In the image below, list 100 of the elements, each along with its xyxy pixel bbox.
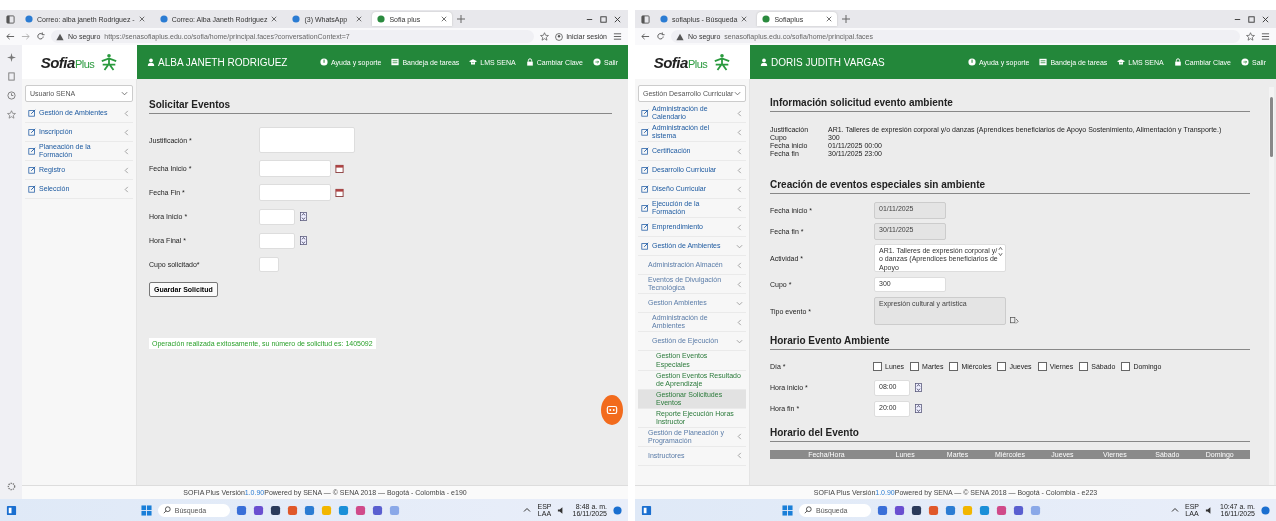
search-icon — [804, 506, 812, 514]
spinner-icon[interactable] — [914, 404, 923, 413]
checkbox[interactable] — [949, 362, 959, 371]
close-icon[interactable] — [441, 16, 448, 22]
edit-icon — [28, 185, 36, 194]
number-field[interactable] — [259, 257, 279, 272]
date-field[interactable] — [259, 184, 331, 201]
star-icon[interactable] — [6, 110, 16, 119]
edit-icon — [641, 128, 649, 137]
star-icon[interactable] — [540, 32, 550, 41]
tab-list-icon[interactable] — [6, 14, 15, 24]
calendar-icon[interactable] — [335, 188, 344, 197]
caret-up-icon[interactable] — [1170, 506, 1179, 514]
notification-icon[interactable] — [613, 505, 622, 515]
favicon-icon — [377, 15, 386, 23]
close-icon[interactable] — [138, 16, 145, 22]
close-icon[interactable] — [741, 16, 748, 22]
new-tab-icon[interactable] — [457, 15, 466, 23]
time-field[interactable] — [259, 232, 295, 249]
caret-icon — [121, 90, 128, 97]
edit-icon — [641, 242, 649, 251]
menu-icon[interactable] — [1261, 32, 1270, 41]
close-icon[interactable] — [613, 14, 622, 24]
app-icon[interactable] — [252, 504, 264, 516]
chevron-left-icon — [736, 280, 743, 288]
chevron-left-icon — [123, 185, 130, 193]
start-icon[interactable] — [140, 504, 152, 516]
favicon-icon — [292, 15, 301, 23]
chevron-left-icon — [736, 166, 743, 174]
lock-icon — [525, 58, 534, 66]
checkbox[interactable] — [997, 362, 1007, 371]
close-icon[interactable] — [356, 16, 363, 22]
back-arrow-icon[interactable] — [6, 32, 15, 41]
chevron-down-icon — [736, 299, 743, 307]
chatbot-button[interactable] — [601, 395, 623, 425]
app-icon[interactable] — [1013, 504, 1024, 516]
history-icon[interactable] — [6, 91, 16, 100]
app-icon[interactable] — [894, 504, 905, 516]
chevron-left-icon — [736, 128, 743, 136]
scroll-arrows-icon[interactable] — [998, 246, 1003, 257]
app-icon[interactable] — [911, 504, 922, 516]
time-field[interactable] — [259, 208, 295, 225]
maximize-icon[interactable] — [599, 14, 608, 24]
search-icon — [162, 506, 171, 514]
section-heading: Solicitar Eventos — [149, 99, 612, 114]
chevron-left-icon — [736, 109, 743, 117]
favicon-icon — [762, 15, 771, 23]
star-icon[interactable] — [1246, 32, 1255, 41]
close-icon[interactable] — [826, 16, 833, 22]
user-name: ALBA JANETH RODRIGUEZ — [147, 56, 288, 68]
section-heading: Información solicitud evento ambiente — [770, 97, 1250, 112]
help-icon — [968, 58, 976, 66]
notification-icon[interactable] — [1261, 505, 1270, 515]
chevron-left-icon — [123, 109, 130, 117]
close-icon[interactable] — [1261, 14, 1270, 24]
back-arrow-icon[interactable] — [641, 32, 650, 41]
graduation-cap-icon — [469, 58, 478, 66]
exit-icon — [593, 58, 601, 66]
checkbox[interactable] — [873, 362, 882, 371]
new-tab-icon[interactable] — [842, 15, 851, 23]
close-icon[interactable] — [271, 16, 278, 22]
widgets-icon[interactable] — [6, 504, 17, 516]
sparkle-icon[interactable] — [6, 53, 16, 62]
spinner-icon[interactable] — [914, 383, 923, 392]
tray-icon — [391, 58, 400, 66]
checkbox[interactable] — [910, 362, 920, 371]
app-icon[interactable] — [269, 504, 281, 516]
sena-logo-icon — [713, 53, 732, 71]
widgets-icon[interactable] — [641, 504, 652, 516]
spinner-icon[interactable] — [299, 236, 308, 245]
calendar-icon[interactable] — [335, 164, 344, 173]
gear-icon[interactable] — [6, 482, 16, 491]
checkbox[interactable] — [1079, 362, 1089, 371]
menu-icon[interactable] — [613, 32, 622, 41]
start-icon[interactable] — [782, 504, 793, 516]
checkbox[interactable] — [1037, 362, 1047, 371]
help-icon — [320, 58, 328, 66]
edit-icon — [641, 223, 649, 232]
chevron-left-icon — [736, 452, 743, 460]
section-heading: Horario del Evento — [770, 427, 1250, 442]
tab-list-icon[interactable] — [641, 14, 650, 24]
section-heading: Creación de eventos especiales sin ambiente — [770, 179, 1250, 194]
caret-up-icon[interactable] — [523, 506, 532, 514]
picker-icon[interactable] — [1010, 316, 1019, 325]
chevron-left-icon — [123, 128, 130, 136]
lock-icon — [1173, 58, 1182, 66]
maximize-icon[interactable] — [1247, 14, 1256, 24]
spinner-icon[interactable] — [299, 212, 308, 221]
reload-icon[interactable] — [36, 32, 45, 41]
bookmarks-icon[interactable] — [6, 72, 16, 81]
edit-icon — [28, 128, 36, 136]
scrollbar[interactable] — [1269, 87, 1274, 485]
app-icon[interactable] — [371, 504, 383, 516]
checkbox[interactable] — [1121, 362, 1131, 371]
favicon-icon — [159, 15, 168, 23]
date-field[interactable] — [259, 160, 331, 177]
app-logo: SofiaPlus — [653, 53, 708, 71]
chevron-left-icon — [736, 223, 743, 231]
user-name: DORIS JUDITH VARGAS — [760, 56, 885, 68]
reload-icon[interactable] — [656, 32, 665, 41]
